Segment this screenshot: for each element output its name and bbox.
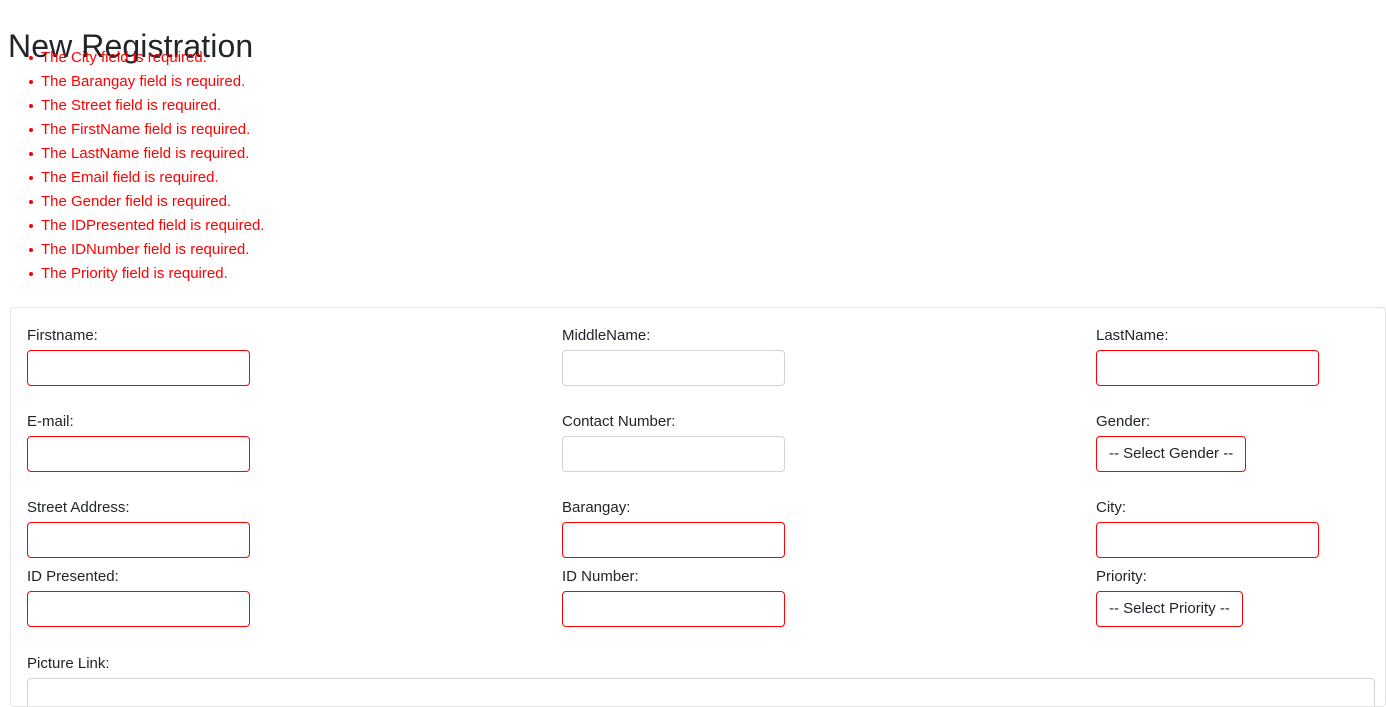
registration-page: New Registration The City field is requi… bbox=[0, 0, 1386, 707]
contact-number-label: Contact Number: bbox=[562, 413, 676, 430]
validation-error-item: The Priority field is required. bbox=[29, 262, 941, 286]
validation-summary: The City field is required. The Barangay… bbox=[8, 46, 941, 286]
lastname-input[interactable] bbox=[1096, 350, 1319, 386]
validation-error-item: The LastName field is required. bbox=[29, 142, 941, 166]
city-input[interactable] bbox=[1096, 522, 1319, 558]
barangay-label: Barangay: bbox=[562, 499, 631, 516]
field-gender: Gender: -- Select Gender -- bbox=[1096, 413, 1247, 472]
gender-select[interactable]: -- Select Gender -- bbox=[1096, 436, 1247, 472]
firstname-label: Firstname: bbox=[27, 327, 98, 344]
street-address-label: Street Address: bbox=[27, 499, 130, 516]
field-street-address: Street Address: bbox=[27, 499, 250, 558]
middlename-label: MiddleName: bbox=[562, 327, 651, 344]
picture-link-label: Picture Link: bbox=[27, 655, 110, 672]
field-id-presented: ID Presented: bbox=[27, 568, 250, 627]
field-firstname: Firstname: bbox=[27, 327, 250, 386]
contact-number-input[interactable] bbox=[562, 436, 785, 472]
street-address-input[interactable] bbox=[27, 522, 250, 558]
registration-form-card: Firstname: MiddleName: LastName: E-mail:… bbox=[10, 307, 1386, 707]
gender-label: Gender: bbox=[1096, 413, 1151, 430]
field-barangay: Barangay: bbox=[562, 499, 785, 558]
field-middlename: MiddleName: bbox=[562, 327, 785, 386]
validation-error-item: The IDPresented field is required. bbox=[29, 214, 941, 238]
id-presented-label: ID Presented: bbox=[27, 568, 119, 585]
validation-error-item: The Street field is required. bbox=[29, 94, 941, 118]
validation-error-item: The Barangay field is required. bbox=[29, 70, 941, 94]
city-label: City: bbox=[1096, 499, 1126, 516]
id-presented-input[interactable] bbox=[27, 591, 250, 627]
email-label: E-mail: bbox=[27, 413, 74, 430]
field-priority: Priority: -- Select Priority -- bbox=[1096, 568, 1243, 627]
email-input[interactable] bbox=[27, 436, 250, 472]
middlename-input[interactable] bbox=[562, 350, 785, 386]
field-picture-link: Picture Link: bbox=[27, 655, 1375, 706]
validation-error-item: The IDNumber field is required. bbox=[29, 238, 941, 262]
field-lastname: LastName: bbox=[1096, 327, 1319, 386]
priority-select[interactable]: -- Select Priority -- bbox=[1096, 591, 1243, 627]
validation-error-item: The FirstName field is required. bbox=[29, 118, 941, 142]
id-number-label: ID Number: bbox=[562, 568, 639, 585]
lastname-label: LastName: bbox=[1096, 327, 1169, 344]
validation-error-item: The City field is required. bbox=[29, 46, 941, 70]
id-number-input[interactable] bbox=[562, 591, 785, 627]
firstname-input[interactable] bbox=[27, 350, 250, 386]
field-id-number: ID Number: bbox=[562, 568, 785, 627]
validation-error-item: The Gender field is required. bbox=[29, 190, 941, 214]
field-email: E-mail: bbox=[27, 413, 250, 472]
field-contact-number: Contact Number: bbox=[562, 413, 785, 472]
validation-error-item: The Email field is required. bbox=[29, 166, 941, 190]
barangay-input[interactable] bbox=[562, 522, 785, 558]
priority-label: Priority: bbox=[1096, 568, 1147, 585]
field-city: City: bbox=[1096, 499, 1319, 558]
picture-link-input[interactable] bbox=[27, 678, 1375, 706]
